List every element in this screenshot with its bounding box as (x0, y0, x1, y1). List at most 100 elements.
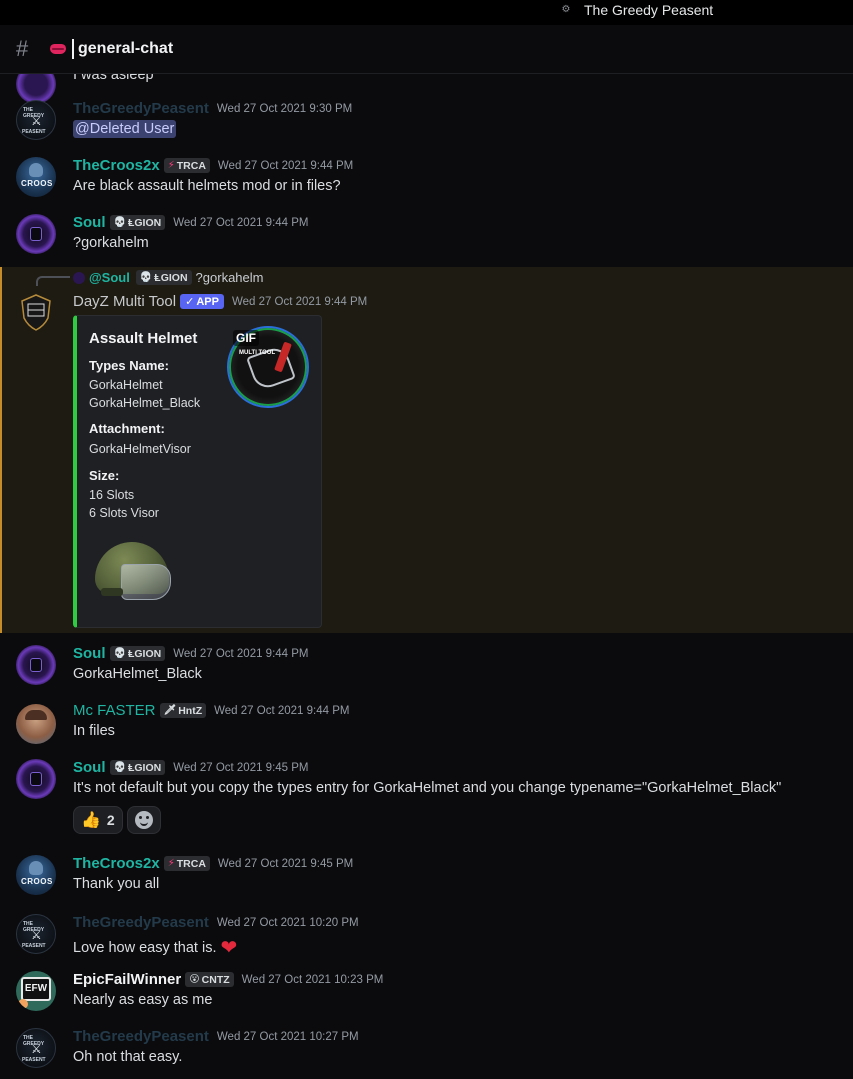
skull-icon: 💀 (113, 217, 126, 228)
skull-icon: 💀 (139, 272, 153, 283)
reply-author[interactable]: @Soul (89, 270, 130, 285)
tag-label: TRCA (176, 159, 206, 172)
avatar[interactable] (16, 645, 56, 685)
username[interactable]: Soul (73, 214, 106, 231)
username[interactable]: TheCroos2x (73, 855, 160, 872)
timestamp: Wed 27 Oct 2021 9:45 PM (217, 857, 354, 870)
reply-preview[interactable]: @Soul 💀 ⱠGION ?gorkahelm (73, 270, 263, 285)
tag-label: ⱠGION (127, 647, 162, 660)
role-tag[interactable]: 😮 CNTZ (185, 972, 234, 987)
skull-icon: 💀 (113, 762, 126, 773)
role-tag[interactable]: 💀 ⱠGION (109, 646, 166, 661)
timestamp: Wed 27 Oct 2021 9:44 PM (173, 647, 309, 660)
add-reaction-button[interactable] (126, 806, 161, 834)
channel-name: general-chat (78, 40, 174, 57)
avatar-glyph: ⚔ (31, 1042, 42, 1056)
reaction-count: 2 (106, 812, 115, 828)
timestamp: Wed 27 Oct 2021 9:30 PM (216, 102, 353, 115)
field-name: Attachment: (89, 421, 165, 436)
dagger-icon: 🗡 (163, 705, 177, 716)
avatar[interactable] (16, 214, 56, 254)
avatar-text: PEASENT (22, 129, 46, 135)
timestamp: Wed 27 Oct 2021 10:23 PM (241, 973, 384, 986)
message: CROOS TheCroos2x ⚡ TRCA Wed 27 Oct 2021 9… (0, 855, 853, 905)
avatar[interactable]: THE GREEDY ⚔ PEASENT (16, 914, 56, 954)
skull-icon: 💀 (113, 648, 126, 659)
server-title[interactable]: ⚙ The Greedy Peasent (560, 2, 714, 18)
avatar[interactable] (16, 292, 56, 332)
message-text: @Deleted User (73, 120, 177, 138)
helmet-image[interactable] (91, 538, 175, 608)
role-tag: 💀 ⱠGION (135, 270, 192, 285)
bolt-icon: ⚡ (167, 160, 175, 171)
tag-label: TRCA (176, 857, 206, 870)
avatar-glyph: ⚔ (31, 928, 42, 942)
badge-label: APP (196, 295, 219, 308)
field-value: 6 Slots Visor (89, 506, 159, 520)
avatar-figure (30, 772, 42, 786)
timestamp: Wed 27 Oct 2021 10:20 PM (216, 916, 359, 929)
field-value: GorkaHelmet_Black (89, 396, 201, 410)
username[interactable]: TheGreedyPeasent (73, 1028, 209, 1045)
timestamp: Wed 27 Oct 2021 9:45 PM (173, 761, 309, 774)
role-tag[interactable]: 💀 ⱠGION (109, 760, 166, 775)
username[interactable]: DayZ Multi Tool (73, 293, 176, 310)
username[interactable]: EpicFailWinner (73, 971, 181, 988)
heart-icon: ❤ (220, 937, 238, 959)
role-tag[interactable]: ⚡ TRCA (163, 158, 210, 173)
avatar[interactable] (16, 759, 56, 799)
username[interactable]: TheGreedyPeasent (73, 914, 209, 931)
field-value: GorkaHelmetVisor (89, 442, 191, 456)
message: Mc FASTER 🗡 HntZ Wed 27 Oct 2021 9:44 PM … (0, 702, 853, 752)
tag-label: ⱠGION (127, 216, 162, 229)
avatar[interactable]: CROOS (16, 157, 56, 197)
timestamp: Wed 27 Oct 2021 9:44 PM (217, 159, 354, 172)
avatar-text: PEASENT (22, 943, 46, 949)
role-tag[interactable]: 💀 ⱠGION (109, 215, 166, 230)
avatar (73, 271, 85, 284)
mention[interactable]: @Deleted User (73, 120, 177, 138)
embed-card: Assault Helmet MULTI TOOL GIF Types Name… (73, 315, 322, 628)
avatar[interactable]: THE GREEDY ⚔ PEASENT (16, 100, 56, 140)
avatar-cat (18, 999, 28, 1009)
message: CROOS TheCroos2x ⚡ TRCA Wed 27 Oct 2021 9… (0, 157, 853, 207)
message-text: Oh not that easy. (73, 1049, 183, 1065)
timestamp: Wed 27 Oct 2021 9:44 PM (214, 704, 350, 717)
thumbnail-text: MULTI TOOL (239, 350, 276, 356)
username[interactable]: Soul (73, 759, 106, 776)
field-value: GorkaHelmet (89, 378, 163, 392)
message-text: I was asleep (73, 74, 154, 83)
reaction-bar: 👍 2 (73, 806, 161, 834)
timestamp: Wed 27 Oct 2021 10:27 PM (216, 1030, 359, 1043)
avatar-figure (30, 658, 42, 672)
title-bar: ⚙ The Greedy Peasent (0, 0, 853, 25)
username[interactable]: Soul (73, 645, 106, 662)
channel-header: # general-chat (0, 25, 853, 74)
message-body: Love how easy that is. (73, 940, 217, 956)
avatar-glyph: ⚔ (31, 114, 42, 128)
field-name: Size: (89, 468, 120, 483)
avatar[interactable] (16, 704, 56, 744)
message-feed[interactable]: I was asleep THE GREEDY ⚔ PEASENT TheGre… (0, 74, 853, 1079)
tag-label: CNTZ (201, 973, 230, 986)
lips-icon (50, 44, 66, 54)
message: Soul 💀 ⱠGION Wed 27 Oct 2021 9:44 PM Gork… (0, 645, 853, 695)
embed-title: Assault Helmet (89, 330, 198, 347)
message-text: ?gorkahelm (73, 235, 149, 251)
avatar[interactable]: EFW (16, 971, 56, 1011)
role-tag[interactable]: ⚡ TRCA (163, 856, 210, 871)
message: THE GREEDY ⚔ PEASENT TheGreedyPeasent We… (0, 1028, 853, 1078)
gif-badge: GIF (233, 330, 259, 346)
message-text: Are black assault helmets mod or in file… (73, 178, 341, 194)
helmet-strap (101, 588, 123, 596)
avatar[interactable]: CROOS (16, 855, 56, 895)
role-tag[interactable]: 🗡 HntZ (159, 703, 207, 718)
check-icon: ✓ (185, 296, 195, 308)
username[interactable]: TheCroos2x (73, 157, 160, 174)
username[interactable]: TheGreedyPeasent (73, 100, 209, 117)
username[interactable]: Mc FASTER (73, 702, 156, 719)
reaction-thumbs-up[interactable]: 👍 2 (73, 806, 123, 834)
avatar[interactable]: THE GREEDY ⚔ PEASENT (16, 1028, 56, 1068)
avatar-text: PEASENT (22, 1057, 46, 1063)
server-name: The Greedy Peasent (584, 2, 714, 18)
